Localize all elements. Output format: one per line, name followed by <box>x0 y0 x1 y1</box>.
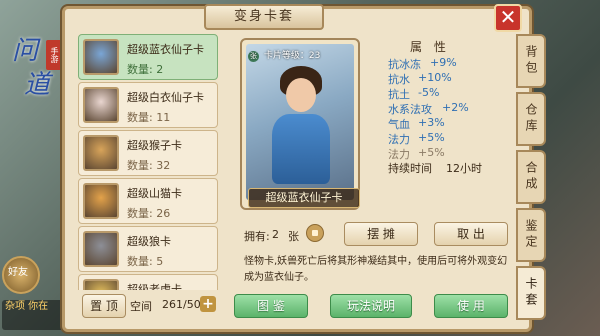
side-tab[interactable]: 仓库 <box>516 92 546 146</box>
attribute-value: +5% <box>418 131 445 144</box>
help-button[interactable]: 玩法说明 <box>330 294 412 318</box>
guide-button[interactable]: 图 鉴 <box>234 294 308 318</box>
card-list-item[interactable]: 超级山猫卡数量: 26 <box>78 178 218 224</box>
card-list-item[interactable]: 超级白衣仙子卡 数量: 11 <box>78 82 218 128</box>
duration-label: 持续时间 <box>388 162 432 175</box>
card-list-item[interactable]: 超级蓝衣仙子卡 数量: 2 <box>78 34 218 80</box>
game-logo: 问 道 手游 <box>8 30 64 100</box>
attribute-label: 抗冰冻 <box>388 58 421 71</box>
attributes-title: 属 性 <box>410 40 450 54</box>
card-portrait: 张 卡片等级：23 <box>240 38 360 210</box>
attribute-value: +2% <box>442 101 469 114</box>
chat-box[interactable]: 杂项 你在 <box>2 300 68 330</box>
side-tab[interactable]: 卡套 <box>516 266 546 320</box>
duration-value: 12小时 <box>446 162 482 175</box>
window-title: 变身卡套 <box>204 4 324 30</box>
attribute-label: 水系法攻 <box>388 103 432 116</box>
card-avatar-icon <box>83 183 119 219</box>
card-item-name: 超级猴子卡 <box>127 139 182 152</box>
owned-label: 拥有: <box>244 230 270 243</box>
logo-seal: 手游 <box>46 40 62 70</box>
card-item-name: 超级白衣仙子卡 <box>127 91 204 104</box>
card-list-item[interactable]: 超级狼卡数量: 5 <box>78 226 218 272</box>
card-avatar-icon <box>83 279 119 290</box>
attribute-value: +3% <box>418 116 445 129</box>
attribute-label: 法力 <box>388 133 410 146</box>
attribute-label: 气血 <box>388 118 410 131</box>
space-label: 空间 <box>130 300 152 313</box>
card-item-count: 数量: 26 <box>127 207 171 220</box>
card-avatar-icon <box>83 87 119 123</box>
card-item-name: 超级山猫卡 <box>127 187 182 200</box>
card-item-count: 数量: 5 <box>127 255 164 268</box>
take-out-button[interactable]: 取 出 <box>434 222 508 246</box>
attribute-value: +5% <box>418 146 445 159</box>
card-avatar-icon <box>83 231 119 267</box>
card-avatar-icon <box>83 39 119 75</box>
card-list-item[interactable]: 超级老虎卡 <box>78 274 218 290</box>
card-item-count: 数量: 11 <box>127 111 171 124</box>
close-button[interactable]: ✕ <box>494 4 522 32</box>
card-item-name: 超级蓝衣仙子卡 <box>127 43 204 56</box>
card-list-item[interactable]: 超级猴子卡数量: 32 <box>78 130 218 176</box>
card-description: 怪物卡,妖兽死亡后将其形神凝结其中，使用后可将外观变幻成为蓝衣仙子。 <box>244 256 508 283</box>
pin-top-button[interactable]: 置 顶 <box>82 294 126 318</box>
expand-space-button[interactable]: + <box>200 296 216 312</box>
chat-line-1: 杂项 你在 <box>5 301 49 312</box>
attribute-value: +9% <box>430 56 457 69</box>
friend-label: 好友 <box>8 267 28 278</box>
card-level-text: 卡片等级：23 <box>263 51 321 61</box>
owned-unit: 张 <box>288 230 299 243</box>
card-item-name: 超级狼卡 <box>127 235 171 248</box>
side-tab[interactable]: 合成 <box>516 150 546 204</box>
attribute-value: -5% <box>418 86 440 99</box>
level-badge-icon: 张 <box>248 51 259 62</box>
card-avatar-icon <box>83 135 119 171</box>
figure-body <box>272 114 330 184</box>
owned-count: 2 <box>272 228 279 241</box>
card-item-name: 超级老虎卡 <box>127 283 182 290</box>
card-name-banner: 超级蓝衣仙子卡 <box>248 188 360 208</box>
stall-button[interactable]: 摆 摊 <box>344 222 418 246</box>
attribute-label: 抗水 <box>388 73 410 86</box>
lock-icon[interactable] <box>306 224 324 242</box>
card-art <box>246 44 354 200</box>
card-level: 张 卡片等级：23 <box>248 48 320 62</box>
attribute-label: 抗土 <box>388 88 410 101</box>
figure-head <box>286 78 316 112</box>
attribute-value: +10% <box>418 71 452 84</box>
side-tab[interactable]: 鉴定 <box>516 208 546 262</box>
logo-char-1: 问 <box>12 36 39 66</box>
card-item-count: 数量: 2 <box>127 63 164 76</box>
card-item-count: 数量: 32 <box>127 159 171 172</box>
use-button[interactable]: 使 用 <box>434 294 508 318</box>
side-tab[interactable]: 背包 <box>516 34 546 88</box>
card-list[interactable]: 超级蓝衣仙子卡 数量: 2 超级白衣仙子卡 数量: 11 超级猴子卡 数量: 32 超级山猫… <box>78 34 218 290</box>
attribute-label: 法力 <box>388 148 410 161</box>
